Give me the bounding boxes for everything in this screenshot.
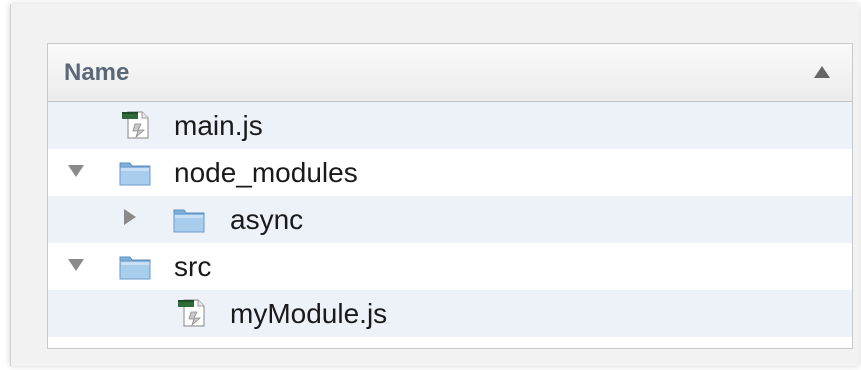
disclosure-expanded-icon[interactable] (68, 259, 84, 271)
file-list-panel: Name main.js node_modules async src myMo… (47, 43, 853, 349)
folder-icon (119, 256, 151, 280)
file-row-mymodule-js[interactable]: myModule.js (48, 290, 852, 337)
finder-window: Name main.js node_modules async src myMo… (10, 4, 859, 366)
name-column-header[interactable]: Name (48, 44, 852, 102)
folder-icon (119, 162, 151, 186)
js-file-icon (122, 111, 149, 139)
folder-icon (173, 209, 205, 233)
name-column-label: Name (64, 59, 130, 86)
folder-row-node-modules[interactable]: node_modules (48, 149, 852, 196)
folder-row-async[interactable]: async (48, 196, 852, 243)
folder-row-src[interactable]: src (48, 243, 852, 290)
file-row-main-js[interactable]: main.js (48, 102, 852, 149)
file-name: main.js (174, 110, 263, 141)
sort-ascending-icon[interactable] (814, 66, 830, 78)
folder-name: src (174, 251, 212, 282)
file-tree: main.js node_modules async src myModule.… (48, 102, 852, 337)
folder-name: async (230, 204, 304, 235)
file-name: myModule.js (230, 298, 388, 329)
js-file-icon (178, 299, 205, 327)
folder-name: node_modules (174, 157, 358, 188)
disclosure-collapsed-icon[interactable] (124, 209, 136, 225)
disclosure-expanded-icon[interactable] (68, 165, 84, 177)
